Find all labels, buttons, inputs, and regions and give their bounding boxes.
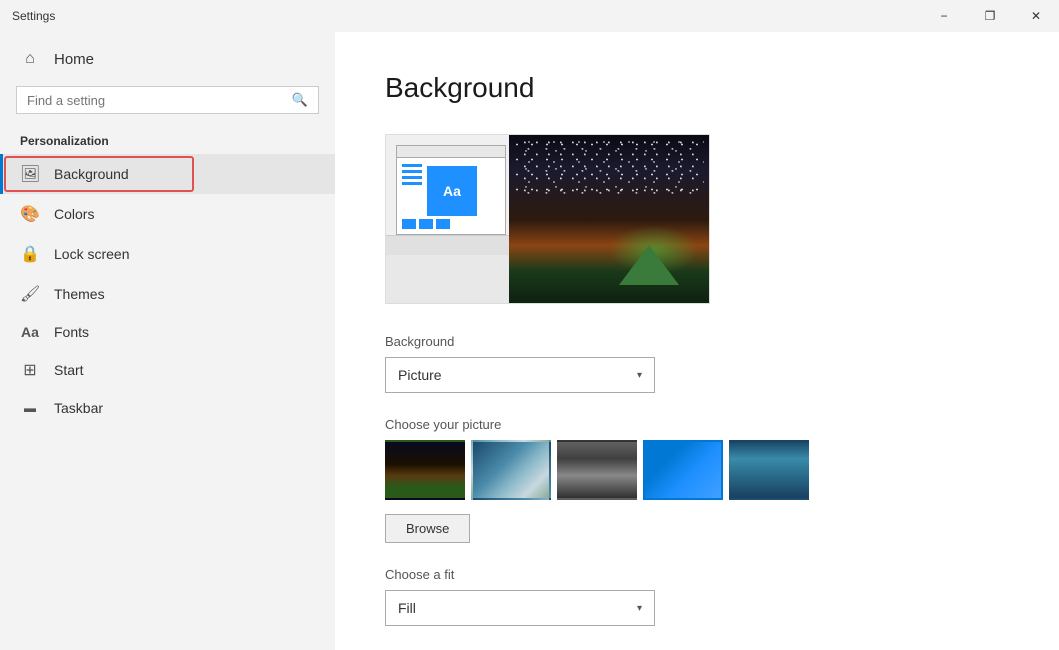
taskbar-icon: ▬ (20, 401, 40, 415)
picture-thumb-5[interactable] (729, 440, 809, 500)
app-title: Settings (12, 9, 55, 23)
preview-aa-box: Aa (427, 166, 477, 216)
preview-strip-4 (402, 182, 422, 185)
preview-stars (514, 140, 704, 200)
dropdown-value: Picture (398, 367, 442, 383)
preview-side-strips (402, 164, 422, 185)
sidebar-label-themes: Themes (54, 286, 105, 302)
background-preview: Aa (385, 134, 710, 304)
sidebar-item-home[interactable]: ⌂ Home (0, 40, 335, 78)
search-input[interactable] (27, 93, 284, 108)
fit-dropdown[interactable]: Fill ▾ (385, 590, 655, 626)
sidebar-item-fonts[interactable]: Aa Fonts (0, 314, 335, 350)
sidebar-label-fonts: Fonts (54, 324, 89, 340)
preview-tile-1 (402, 219, 416, 229)
colors-icon: 🎨 (20, 204, 40, 224)
background-dropdown[interactable]: Picture ▾ (385, 357, 655, 393)
sidebar-item-background[interactable]: 🖼 Background (0, 154, 335, 194)
picture-thumb-3[interactable] (557, 440, 637, 500)
home-icon: ⌂ (20, 50, 40, 68)
start-icon: ⊞ (20, 360, 40, 380)
preview-bottom-tiles (402, 219, 450, 229)
themes-icon: 🖌 (20, 284, 40, 304)
preview-tent (619, 245, 679, 285)
fit-dropdown-arrow-icon: ▾ (637, 603, 642, 614)
sidebar: ⌂ Home 🔍 Personalization 🖼 Background 🎨 … (0, 32, 335, 650)
background-dropdown-label: Background (385, 334, 1009, 349)
preview-window-titlebar (397, 146, 505, 158)
picture-thumb-2[interactable] (471, 440, 551, 500)
browse-button[interactable]: Browse (385, 514, 470, 543)
picture-thumb-4[interactable] (643, 440, 723, 500)
sidebar-item-start[interactable]: ⊞ Start (0, 350, 335, 390)
preview-tent-shape (619, 245, 679, 285)
dropdown-arrow-icon: ▾ (637, 370, 642, 381)
preview-strip-2 (402, 170, 422, 173)
background-icon: 🖼 (20, 164, 40, 184)
choose-picture-label: Choose your picture (385, 417, 1009, 432)
page-title: Background (385, 72, 1009, 104)
main-content: Background Aa (335, 32, 1059, 650)
preview-tile-2 (419, 219, 433, 229)
sidebar-label-taskbar: Taskbar (54, 400, 103, 416)
sidebar-home-label: Home (54, 51, 94, 68)
titlebar: Settings − ❐ ✕ (0, 0, 1059, 32)
choose-fit-label: Choose a fit (385, 567, 1009, 582)
sidebar-label-lock-screen: Lock screen (54, 246, 129, 262)
sidebar-item-colors[interactable]: 🎨 Colors (0, 194, 335, 234)
sidebar-section-title: Personalization (0, 122, 335, 154)
preview-wallpaper (509, 135, 709, 304)
search-box[interactable]: 🔍 (16, 86, 319, 114)
picture-thumb-1[interactable] (385, 440, 465, 500)
picture-grid (385, 440, 1009, 500)
fit-dropdown-value: Fill (398, 600, 416, 616)
close-button[interactable]: ✕ (1013, 0, 1059, 32)
preview-strip-1 (402, 164, 422, 167)
sidebar-item-taskbar[interactable]: ▬ Taskbar (0, 390, 335, 426)
sidebar-label-colors: Colors (54, 206, 94, 222)
preview-window: Aa (396, 145, 506, 235)
minimize-button[interactable]: − (921, 0, 967, 32)
preview-tile-3 (436, 219, 450, 229)
sidebar-item-themes[interactable]: 🖌 Themes (0, 274, 335, 314)
search-icon: 🔍 (292, 92, 308, 108)
fonts-icon: Aa (20, 324, 40, 340)
sidebar-label-start: Start (54, 362, 84, 378)
app-body: ⌂ Home 🔍 Personalization 🖼 Background 🎨 … (0, 32, 1059, 650)
preview-strip-3 (402, 176, 422, 179)
window-controls: − ❐ ✕ (921, 0, 1059, 32)
sidebar-item-lock-screen[interactable]: 🔒 Lock screen (0, 234, 335, 274)
lock-screen-icon: 🔒 (20, 244, 40, 264)
maximize-button[interactable]: ❐ (967, 0, 1013, 32)
sidebar-label-background: Background (54, 166, 129, 182)
